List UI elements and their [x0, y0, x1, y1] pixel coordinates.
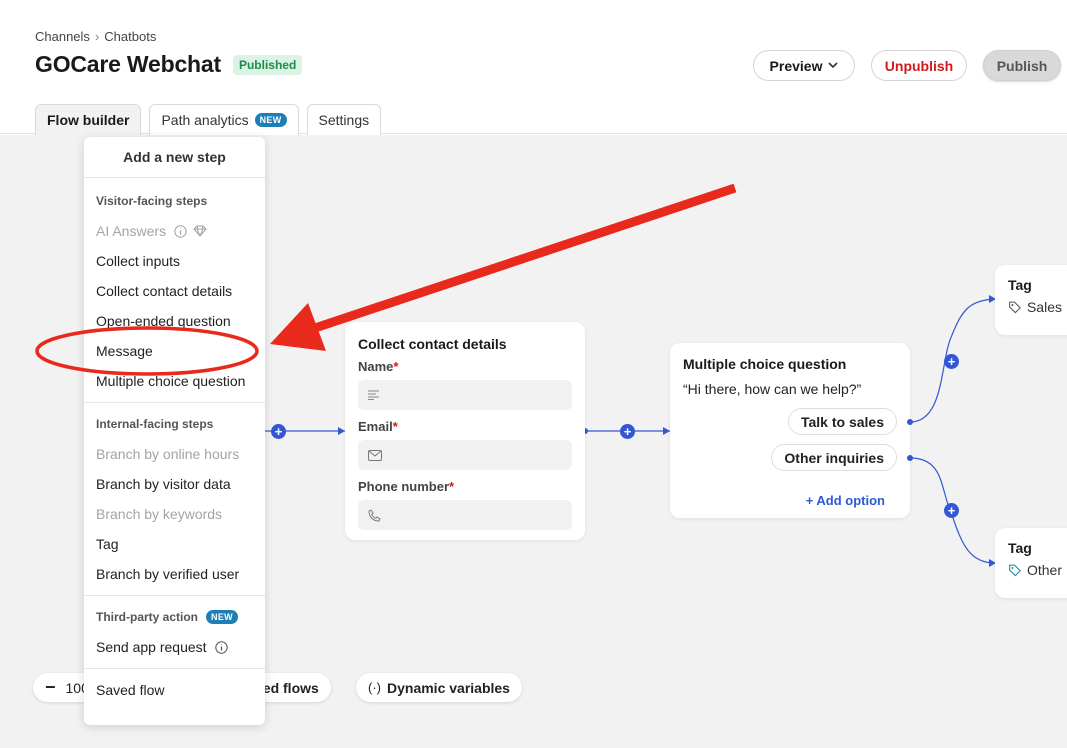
menu-item-multiple-choice-question[interactable]: Multiple choice question — [84, 366, 265, 396]
name-field-label: Name* — [358, 359, 399, 374]
chevron-down-icon — [828, 62, 839, 69]
menu-item-open-ended-question[interactable]: Open-ended question — [84, 306, 265, 336]
tag-icon — [1009, 301, 1021, 314]
add-step-plus-button[interactable]: + — [620, 424, 635, 439]
breadcrumb-chatbots[interactable]: Chatbots — [104, 29, 156, 44]
tab-settings[interactable]: Settings — [306, 104, 382, 135]
preview-button[interactable]: Preview — [753, 50, 855, 81]
question-text: “Hi there, how can we help?” — [683, 381, 862, 397]
tab-bar: Flow builder Path analytics NEW Settings — [35, 104, 382, 135]
status-badge: Published — [232, 54, 303, 75]
menu-section-visitor: Visitor-facing steps — [96, 194, 208, 208]
text-lines-icon — [368, 390, 379, 400]
menu-section-internal: Internal-facing steps — [96, 417, 214, 431]
preview-label: Preview — [769, 57, 823, 74]
menu-item-ai-answers: AI Answers — [84, 216, 265, 246]
card-title: Collect contact details — [358, 336, 507, 352]
add-step-menu: Add a new step Visitor-facing steps AI A… — [84, 137, 265, 725]
phone-field[interactable] — [358, 500, 572, 530]
menu-item-send-app-request[interactable]: Send app request — [84, 632, 265, 662]
unpublish-button[interactable]: Unpublish — [871, 50, 967, 81]
menu-item-label: Send app request — [96, 639, 207, 655]
new-badge: NEW — [206, 610, 238, 624]
page-title: GOCare Webchat — [35, 51, 221, 77]
envelope-icon — [368, 449, 382, 461]
tab-label: Settings — [318, 112, 370, 128]
variables-icon: (·) — [368, 680, 381, 695]
dynamic-variables-label: Dynamic variables — [387, 679, 510, 696]
menu-item-label: AI Answers — [96, 223, 167, 239]
add-step-plus-button[interactable]: + — [944, 503, 959, 518]
collect-contact-details-card[interactable]: Collect contact details Name* Email* Pho… — [345, 322, 585, 540]
breadcrumb: Channels › Chatbots — [35, 29, 156, 44]
menu-divider — [84, 668, 265, 669]
info-icon — [174, 224, 187, 238]
name-field[interactable] — [358, 380, 572, 410]
new-badge: NEW — [254, 113, 287, 127]
card-title: Tag — [1008, 540, 1032, 556]
publish-button[interactable]: Publish — [983, 50, 1061, 81]
option-talk-to-sales[interactable]: Talk to sales — [787, 408, 897, 435]
option-other-inquiries[interactable]: Other inquiries — [771, 444, 897, 471]
email-field-label: Email* — [358, 419, 398, 434]
add-step-plus-button[interactable]: + — [944, 354, 959, 369]
breadcrumb-channels[interactable]: Channels — [35, 29, 90, 44]
dynamic-variables-button[interactable]: (·) Dynamic variables — [356, 673, 522, 702]
menu-title: Add a new step — [84, 137, 265, 178]
diamond-icon — [193, 225, 207, 237]
menu-divider — [84, 402, 265, 403]
tab-path-analytics[interactable]: Path analytics NEW — [149, 104, 299, 135]
tab-label: Flow builder — [47, 112, 130, 128]
tab-flow-builder[interactable]: Flow builder — [35, 104, 142, 135]
menu-item-tag[interactable]: Tag — [84, 529, 265, 559]
menu-item-branch-by-visitor-data[interactable]: Branch by visitor data — [84, 469, 265, 499]
menu-item-collect-contact-details[interactable]: Collect contact details — [84, 276, 265, 306]
menu-divider — [84, 595, 265, 596]
tag-icon — [1009, 564, 1021, 577]
card-title: Tag — [1008, 277, 1032, 293]
connector-dot — [907, 419, 913, 425]
tab-label: Path analytics — [161, 112, 249, 128]
connector-dot — [907, 455, 913, 461]
section-label: Third-party action — [96, 610, 199, 624]
add-option-link[interactable]: + Add option — [806, 493, 885, 508]
email-field[interactable] — [358, 440, 572, 470]
info-icon — [214, 640, 228, 654]
add-step-plus-button[interactable]: + — [271, 424, 286, 439]
tag-value: Sales — [1026, 299, 1062, 315]
menu-section-third-party: Third-party action NEW — [84, 602, 265, 632]
menu-item-message[interactable]: Message — [84, 336, 265, 366]
multiple-choice-question-card[interactable]: Multiple choice question “Hi there, how … — [670, 343, 910, 518]
menu-item-saved-flow[interactable]: Saved flow — [84, 675, 265, 705]
card-title: Multiple choice question — [683, 356, 847, 372]
menu-item-branch-by-keywords: Branch by keywords — [96, 506, 223, 522]
phone-icon — [368, 508, 381, 522]
menu-item-branch-by-online-hours: Branch by online hours — [96, 446, 240, 462]
phone-field-label: Phone number* — [358, 479, 455, 494]
tag-card-sales[interactable]: Tag Sales — [995, 265, 1067, 335]
tag-value: Other — [1026, 562, 1062, 578]
tag-card-other[interactable]: Tag Other — [995, 528, 1067, 598]
zoom-out-icon[interactable]: − — [45, 677, 56, 698]
menu-item-collect-inputs[interactable]: Collect inputs — [84, 246, 265, 276]
breadcrumb-separator: › — [94, 29, 100, 44]
page-header: Channels › Chatbots GOCare Webchat Publi… — [0, 0, 1067, 135]
menu-item-branch-by-verified-user[interactable]: Branch by verified user — [84, 559, 265, 589]
